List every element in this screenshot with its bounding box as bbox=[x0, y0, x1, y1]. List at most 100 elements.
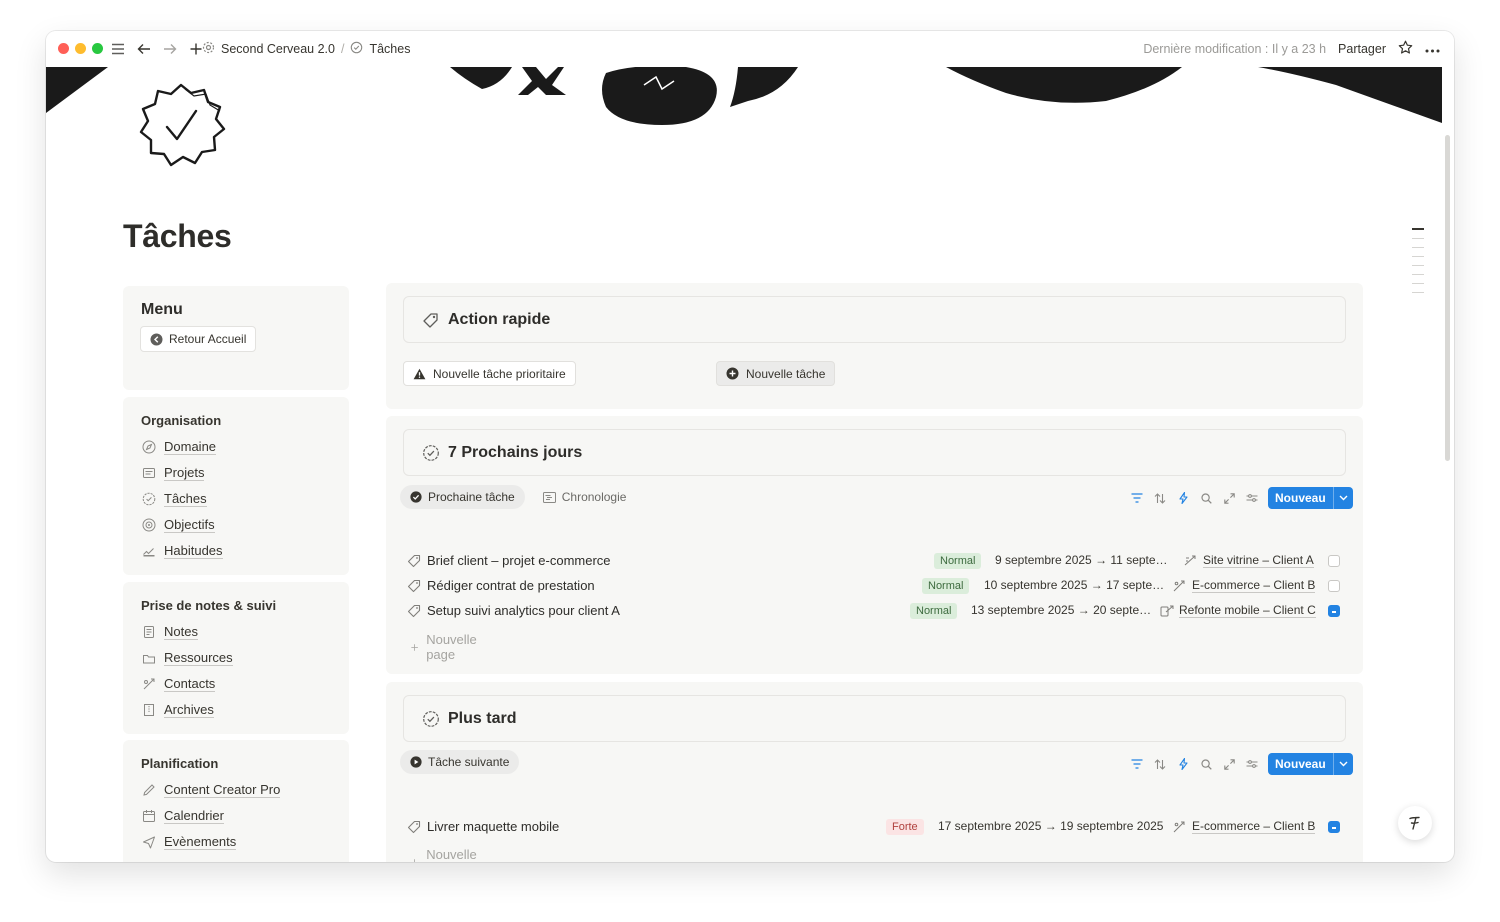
toc-line[interactable] bbox=[1412, 292, 1424, 293]
page-badge-icon[interactable] bbox=[134, 81, 228, 171]
maximize-window-button[interactable] bbox=[92, 43, 103, 54]
lightning-icon[interactable] bbox=[1176, 491, 1190, 505]
scrollbar-thumb[interactable] bbox=[1445, 135, 1450, 461]
new-entry-label: Nouveau bbox=[1275, 491, 1326, 505]
breadcrumb-workspace[interactable]: Second Cerveau 2.0 bbox=[221, 42, 335, 56]
task-badge-icon bbox=[423, 710, 439, 727]
menu-card: Menu Retour Accueil bbox=[123, 286, 349, 390]
expand-icon[interactable] bbox=[1222, 491, 1236, 505]
settings-sliders-icon[interactable] bbox=[1245, 757, 1259, 771]
sort-icon[interactable] bbox=[1153, 491, 1167, 505]
new-task-button[interactable]: Nouvelle tâche bbox=[716, 361, 836, 386]
calendar-icon bbox=[141, 808, 157, 824]
tag-icon bbox=[407, 579, 421, 593]
toc-line[interactable] bbox=[1412, 247, 1424, 248]
toc-line[interactable] bbox=[1412, 238, 1424, 239]
toc-line[interactable] bbox=[1412, 256, 1424, 257]
done-checkbox[interactable] bbox=[1328, 555, 1340, 567]
search-icon[interactable] bbox=[1199, 491, 1213, 505]
forward-arrow-icon[interactable] bbox=[160, 39, 180, 59]
table-row[interactable]: Livrer maquette mobile Forte 17 septembr… bbox=[403, 814, 1347, 839]
new-entry-label: Nouveau bbox=[1275, 757, 1326, 771]
project-link[interactable]: Refonte mobile – Client C bbox=[1160, 603, 1316, 618]
habit-icon bbox=[141, 543, 157, 559]
back-arrow-icon[interactable] bbox=[134, 39, 154, 59]
table-row[interactable]: Setup suivi analytics pour client A Norm… bbox=[403, 598, 1347, 623]
sidebar-item-projets[interactable]: Projets bbox=[141, 460, 331, 486]
compass-icon bbox=[141, 439, 157, 455]
search-icon[interactable] bbox=[1199, 757, 1213, 771]
new-priority-task-button[interactable]: Nouvelle tâche prioritaire bbox=[403, 361, 576, 386]
sidebar-item-contacts[interactable]: Contacts bbox=[141, 671, 331, 697]
chevron-down-icon[interactable] bbox=[1332, 753, 1353, 775]
sidebar-item-calendrier[interactable]: Calendrier bbox=[141, 803, 331, 829]
sidebar-item-notes[interactable]: Notes bbox=[141, 619, 331, 645]
project-link[interactable]: E-commerce – Client B bbox=[1173, 578, 1316, 593]
sort-icon[interactable] bbox=[1153, 757, 1167, 771]
priority-badge: Normal bbox=[910, 602, 958, 619]
priority-badge: Normal bbox=[922, 577, 970, 594]
tag-icon bbox=[407, 820, 421, 834]
timeline-icon bbox=[542, 491, 556, 503]
new-entry-button[interactable]: Nouveau bbox=[1268, 487, 1353, 509]
sidebar-item-taches[interactable]: Tâches bbox=[141, 486, 331, 512]
share-button[interactable]: Partager bbox=[1338, 42, 1386, 56]
sidebar-item-objectifs[interactable]: Objectifs bbox=[141, 512, 331, 538]
star-icon[interactable] bbox=[1398, 40, 1413, 58]
sidebar-item-habitudes[interactable]: Habitudes bbox=[141, 538, 331, 564]
sidebar-item-evenements[interactable]: Evènements bbox=[141, 829, 331, 855]
toc-line[interactable] bbox=[1412, 274, 1424, 275]
sidebar-item-archives[interactable]: Archives bbox=[141, 697, 331, 723]
organisation-card: Organisation Domaine Projets Tâches Obje… bbox=[123, 397, 349, 575]
sidebar-item-ressources[interactable]: Ressources bbox=[141, 645, 331, 671]
new-entry-button[interactable]: Nouveau bbox=[1268, 753, 1353, 775]
toc-line[interactable] bbox=[1412, 283, 1424, 284]
back-home-button[interactable]: Retour Accueil bbox=[140, 326, 257, 352]
filter-icon[interactable] bbox=[1130, 757, 1144, 771]
done-checkbox[interactable] bbox=[1328, 580, 1340, 592]
toc-line[interactable] bbox=[1412, 228, 1424, 230]
tab-chronologie[interactable]: Chronologie bbox=[533, 485, 637, 509]
table-of-contents[interactable] bbox=[1412, 228, 1424, 301]
project-link[interactable]: Site vitrine – Client A bbox=[1184, 553, 1314, 568]
breadcrumb-page[interactable]: Tâches bbox=[369, 42, 410, 56]
minimize-window-button[interactable] bbox=[75, 43, 86, 54]
done-checkbox[interactable] bbox=[1328, 605, 1340, 617]
app-window: Second Cerveau 2.0 / Tâches Dernière mod… bbox=[46, 31, 1454, 862]
page-cover[interactable] bbox=[46, 67, 1442, 125]
sidebar-item-content-creator[interactable]: Content Creator Pro bbox=[141, 777, 331, 803]
toc-line[interactable] bbox=[1412, 265, 1424, 266]
window-controls bbox=[58, 43, 103, 54]
later-header: Plus tard bbox=[403, 695, 1346, 742]
more-options-icon[interactable] bbox=[1425, 42, 1440, 56]
tab-tache-suivante[interactable]: Tâche suivante bbox=[400, 750, 520, 774]
tab-label: Prochaine tâche bbox=[428, 490, 515, 504]
pen-icon bbox=[141, 782, 157, 798]
close-window-button[interactable] bbox=[58, 43, 69, 54]
task-date: 9 septembre 2025 → 11 septe… bbox=[995, 553, 1168, 567]
expand-icon[interactable] bbox=[1222, 757, 1236, 771]
check-circle-icon bbox=[410, 491, 422, 503]
settings-sliders-icon[interactable] bbox=[1245, 491, 1259, 505]
project-link[interactable]: E-commerce – Client B bbox=[1173, 819, 1316, 834]
notes-section-title: Prise de notes & suivi bbox=[141, 598, 277, 613]
filter-icon[interactable] bbox=[1130, 491, 1144, 505]
done-checkbox[interactable] bbox=[1328, 821, 1340, 833]
tab-prochaine-tache[interactable]: Prochaine tâche bbox=[400, 485, 525, 509]
chevron-down-icon[interactable] bbox=[1332, 487, 1353, 509]
lightning-icon[interactable] bbox=[1176, 757, 1190, 771]
help-button[interactable] bbox=[1398, 806, 1432, 840]
sidebar-item-domaine[interactable]: Domaine bbox=[141, 434, 331, 460]
menu-title: Menu bbox=[141, 301, 183, 318]
new-page-button[interactable]: Nouvelle page bbox=[411, 632, 481, 662]
task-name[interactable]: Rédiger contrat de prestation bbox=[427, 578, 595, 593]
table-row[interactable]: Rédiger contrat de prestation Normal 10 … bbox=[403, 573, 1347, 598]
task-name[interactable]: Brief client – projet e-commerce bbox=[427, 553, 611, 568]
table-row[interactable]: Brief client – projet e-commerce Normal … bbox=[403, 548, 1347, 573]
last-modified-text: Dernière modification : Il y a 23 h bbox=[1143, 42, 1327, 56]
resources-icon bbox=[141, 650, 157, 666]
new-page-button[interactable]: Nouvelle page bbox=[411, 847, 481, 862]
sidebar-toggle-icon[interactable] bbox=[108, 39, 128, 59]
task-name[interactable]: Livrer maquette mobile bbox=[427, 819, 559, 834]
task-name[interactable]: Setup suivi analytics pour client A bbox=[427, 603, 620, 618]
